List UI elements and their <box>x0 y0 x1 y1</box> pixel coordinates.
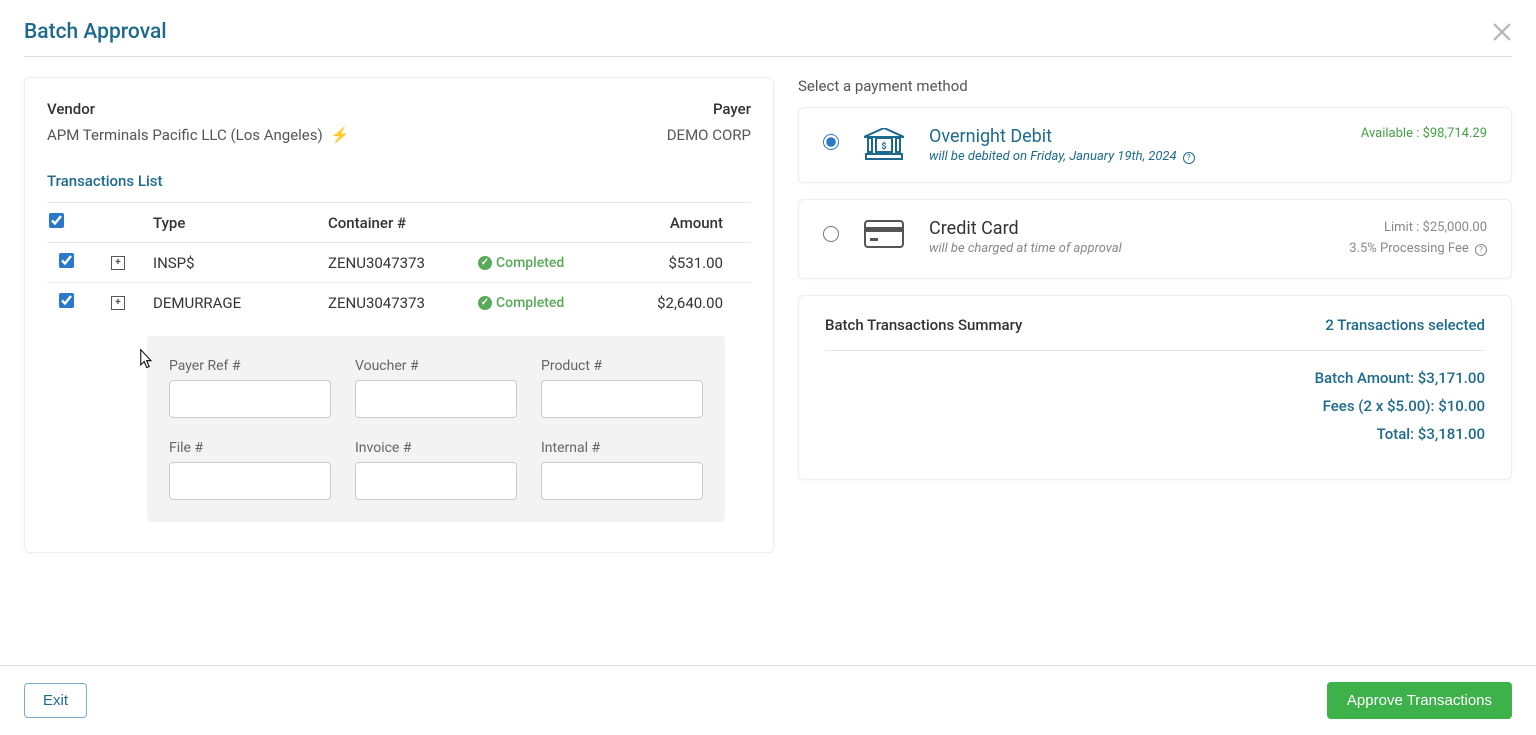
payer-ref-input[interactable] <box>169 380 331 418</box>
internal-label: Internal # <box>541 440 703 456</box>
product-label: Product # <box>541 358 703 374</box>
exit-button[interactable]: Exit <box>24 683 87 718</box>
debit-available: Available : $98,714.29 <box>1361 126 1487 141</box>
row-container: ZENU3047373 <box>328 294 478 312</box>
table-header: Type Container # Amount <box>47 202 751 243</box>
summary-fees: Fees (2 x $5.00): $10.00 <box>825 397 1485 415</box>
info-icon[interactable]: ? <box>1183 152 1195 164</box>
expand-icon[interactable] <box>111 256 125 270</box>
row-type: INSP$ <box>153 254 328 272</box>
expand-icon[interactable] <box>111 296 125 310</box>
debit-radio[interactable] <box>823 134 839 150</box>
row-type: DEMURRAGE <box>153 294 328 312</box>
file-label: File # <box>169 440 331 456</box>
file-input[interactable] <box>169 462 331 500</box>
debit-sub: will be debited on Friday, January 19th,… <box>929 149 1177 164</box>
table-row: DEMURRAGE ZENU3047373 Completed $2,640.0… <box>47 282 751 322</box>
row-amount: $531.00 <box>608 254 751 272</box>
payer-name: DEMO CORP <box>667 126 751 144</box>
col-type: Type <box>153 214 328 232</box>
select-all-checkbox[interactable] <box>49 213 64 228</box>
invoice-input[interactable] <box>355 462 517 500</box>
vendor-name: APM Terminals Pacific LLC (Los Angeles) <box>47 126 323 144</box>
summary-selected: 2 Transactions selected <box>1325 316 1485 334</box>
product-input[interactable] <box>541 380 703 418</box>
voucher-label: Voucher # <box>355 358 517 374</box>
payer-label: Payer <box>667 100 751 118</box>
row-amount: $2,640.00 <box>608 294 751 312</box>
col-amount: Amount <box>608 214 751 232</box>
row-detail-panel: Payer Ref # Voucher # Product # File # <box>147 336 725 522</box>
svg-text:$: $ <box>881 141 886 152</box>
transactions-list-label: Transactions List <box>47 172 751 190</box>
col-container: Container # <box>328 214 478 232</box>
cc-sub: will be charged at time of approval <box>929 241 1122 256</box>
table-row: INSP$ ZENU3047373 Completed $531.00 <box>47 243 751 282</box>
credit-card-icon <box>861 218 907 248</box>
payer-ref-label: Payer Ref # <box>169 358 331 374</box>
close-icon[interactable] <box>1492 22 1512 42</box>
check-icon <box>478 256 492 270</box>
row-checkbox[interactable] <box>59 253 74 268</box>
modal-title: Batch Approval <box>24 20 167 44</box>
vendor-label: Vendor <box>47 100 349 118</box>
cc-limit: Limit : $25,000.00 <box>1349 218 1487 239</box>
cc-radio[interactable] <box>823 226 839 242</box>
internal-input[interactable] <box>541 462 703 500</box>
summary-total: Total: $3,181.00 <box>825 425 1485 443</box>
check-icon <box>478 296 492 310</box>
transactions-panel: Vendor APM Terminals Pacific LLC (Los An… <box>24 77 774 553</box>
row-checkbox[interactable] <box>59 293 74 308</box>
approve-button[interactable]: Approve Transactions <box>1327 682 1512 719</box>
payment-method-label: Select a payment method <box>798 77 1512 95</box>
summary-panel: Batch Transactions Summary 2 Transaction… <box>798 295 1512 480</box>
summary-batch-amount: Batch Amount: $3,171.00 <box>825 369 1485 387</box>
lightning-icon: ⚡ <box>330 126 349 144</box>
bank-icon: $ <box>861 126 907 162</box>
row-container: ZENU3047373 <box>328 254 478 272</box>
summary-title: Batch Transactions Summary <box>825 316 1022 334</box>
info-icon[interactable]: ? <box>1475 244 1487 256</box>
payment-method-debit[interactable]: $ Overnight Debit will be debited on Fri… <box>798 107 1512 183</box>
cc-fee: 3.5% Processing Fee <box>1349 241 1469 256</box>
invoice-label: Invoice # <box>355 440 517 456</box>
payment-method-credit[interactable]: Credit Card will be charged at time of a… <box>798 199 1512 279</box>
cc-name: Credit Card <box>929 218 1122 239</box>
debit-name: Overnight Debit <box>929 126 1195 147</box>
row-status: Completed <box>496 295 564 311</box>
voucher-input[interactable] <box>355 380 517 418</box>
row-status: Completed <box>496 255 564 271</box>
